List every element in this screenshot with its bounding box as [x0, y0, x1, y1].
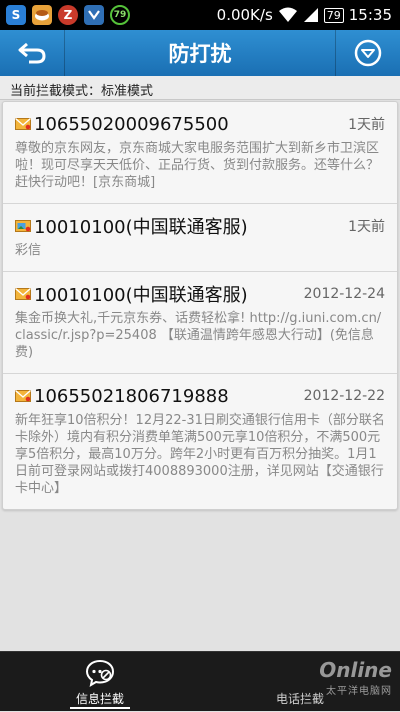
message-item[interactable]: 10655021806719888 2012-12-22 新年狂享10倍积分！1…	[3, 374, 397, 509]
message-item[interactable]: 10655020009675500 1天前 尊敬的京东网友，京东商城大家电服务范…	[3, 102, 397, 204]
sms-envelope-icon	[15, 118, 31, 130]
message-time: 1天前	[348, 219, 385, 235]
system-status: 0.00K/s 79 15:35	[217, 6, 392, 24]
message-preview: 尊敬的京东网友，京东商城大家电服务范围扩大到新乡市卫滨区啦！现可尽享天天低价、正…	[15, 141, 380, 190]
status-bar: S Z 79 0.00K/s 79 15:35	[0, 0, 400, 30]
sim-label: S	[11, 8, 21, 22]
timer-79-icon: 79	[110, 5, 130, 25]
app-header: 防打扰	[0, 30, 400, 76]
mms-envelope-icon	[15, 220, 31, 232]
message-sender: 10010100(中国联通客服)	[34, 217, 248, 238]
cloud-icon	[84, 5, 104, 25]
message-time: 2012-12-22	[303, 388, 385, 404]
notification-icons: S Z 79	[6, 5, 130, 25]
message-time: 1天前	[348, 117, 385, 133]
sms-envelope-icon	[15, 288, 31, 300]
menu-button[interactable]	[335, 30, 400, 76]
watermark-brand: Online	[319, 658, 392, 682]
chevron-down-circle-icon	[354, 39, 382, 67]
block-mode-label: 当前拦截模式：标准模式	[0, 76, 400, 100]
message-item[interactable]: 10010100(中国联通客服) 1天前 彩信	[3, 204, 397, 272]
back-arrow-icon	[18, 42, 46, 64]
message-sender: 10655020009675500	[34, 113, 229, 135]
network-speed: 0.00K/s	[216, 6, 273, 24]
battery-level: 79	[326, 8, 341, 22]
message-preview: 新年狂享10倍积分！12月22-31日刷交通银行信用卡（部分联名卡除外）境内有积…	[15, 413, 385, 496]
message-preview: 彩信	[15, 243, 42, 258]
clock: 15:35	[348, 6, 392, 24]
timer-label: 79	[113, 10, 127, 20]
message-time: 2012-12-24	[303, 286, 385, 302]
signal-icon	[303, 8, 318, 22]
message-item[interactable]: 10010100(中国联通客服) 2012-12-24 集金币换大礼,千元京东券…	[3, 272, 397, 374]
message-list: 10655020009675500 1天前 尊敬的京东网友，京东商城大家电服务范…	[2, 101, 398, 510]
z-label: Z	[63, 8, 73, 22]
tab-message-block[interactable]: 信息拦截	[0, 652, 200, 712]
watermark-sub: 太平洋电脑网	[326, 686, 392, 697]
battery-icon: 79	[323, 7, 344, 23]
message-preview: 集金币换大礼,千元京东券、话费轻松拿! http://g.iuni.com.cn…	[15, 311, 382, 360]
sms-envelope-icon	[15, 390, 31, 402]
wifi-icon	[278, 7, 297, 22]
game-icon	[32, 5, 52, 25]
message-sender: 10010100(中国联通客服)	[34, 285, 248, 306]
z-app-icon: Z	[58, 5, 78, 25]
active-tab-indicator	[70, 707, 130, 709]
tab-label: 信息拦截	[75, 692, 124, 706]
message-block-icon	[85, 659, 115, 688]
back-button[interactable]	[0, 30, 65, 76]
watermark: Online 太平洋电脑网	[282, 658, 392, 702]
message-sender: 10655021806719888	[34, 385, 229, 407]
page-title: 防打扰	[168, 42, 232, 66]
sim-icon: S	[6, 5, 26, 25]
